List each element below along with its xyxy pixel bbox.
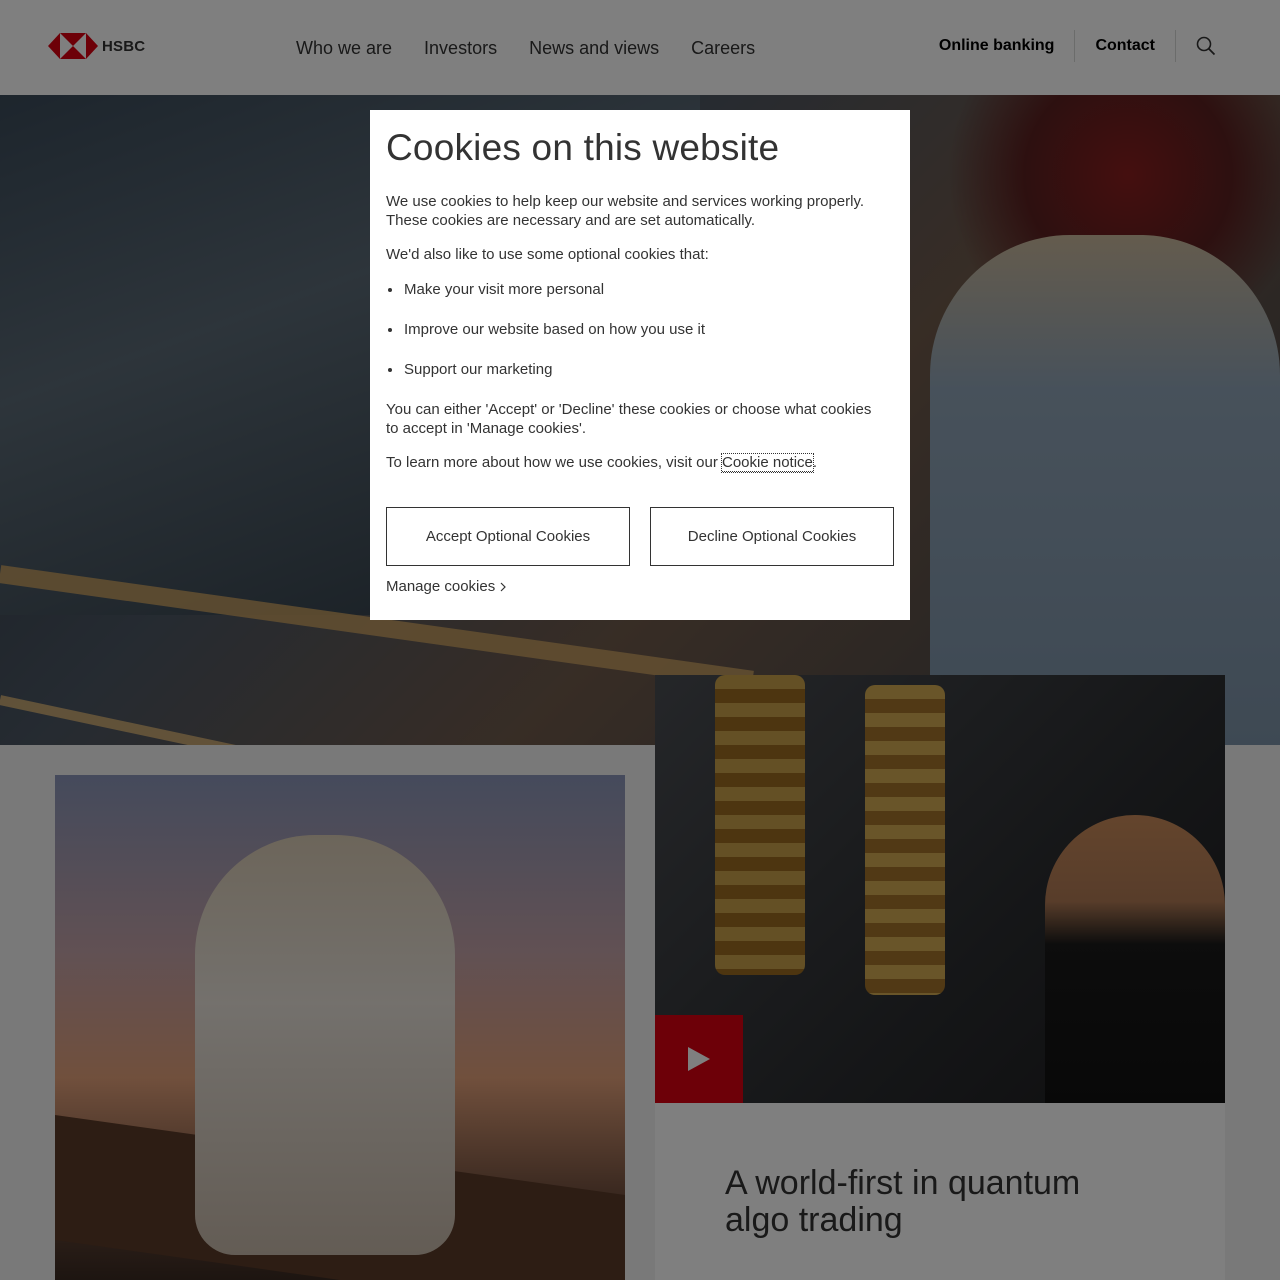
cookie-learn-more: To learn more about how we use cookies, …	[386, 453, 886, 473]
accept-optional-cookies-button[interactable]: Accept Optional Cookies	[386, 507, 630, 566]
manage-cookies-link[interactable]: Manage cookies	[386, 578, 507, 595]
learn-more-prefix: To learn more about how we use cookies, …	[386, 454, 722, 471]
cookie-notice-link[interactable]: Cookie notice	[721, 453, 814, 473]
cookie-dialog-title: Cookies on this website	[386, 127, 780, 168]
chevron-right-icon	[500, 582, 507, 591]
decline-optional-cookies-button[interactable]: Decline Optional Cookies	[650, 507, 894, 566]
list-item: Support our marketing	[386, 360, 705, 400]
optional-cookies-list: Make your visit more personal Improve ou…	[386, 280, 705, 400]
cookie-dialog: Cookies on this website We use cookies t…	[370, 110, 910, 620]
learn-more-suffix: .	[812, 454, 818, 471]
list-item: Make your visit more personal	[386, 280, 705, 320]
optional-cookies-intro: We'd also like to use some optional cook…	[386, 246, 709, 263]
list-item: Improve our website based on how you use…	[386, 320, 705, 360]
cookie-choice-text: You can either 'Accept' or 'Decline' the…	[386, 401, 872, 437]
cookie-intro-text: We use cookies to help keep our website …	[386, 193, 865, 229]
manage-cookies-label: Manage cookies	[386, 578, 496, 595]
